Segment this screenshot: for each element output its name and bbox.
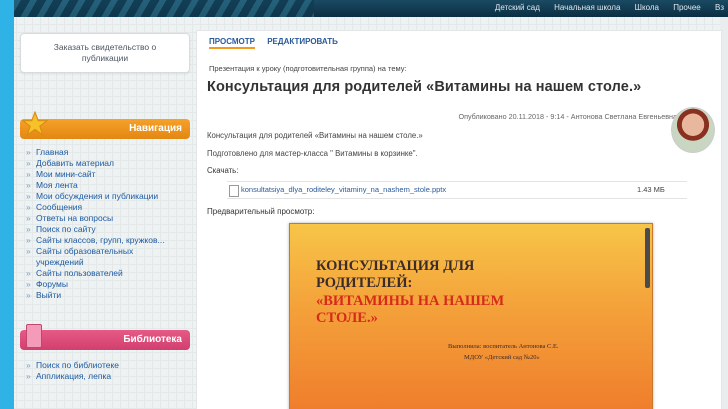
nav-item-logout[interactable]: Выйти <box>26 290 176 301</box>
top-link-primary-school[interactable]: Начальная школа <box>554 3 620 12</box>
slide-school-line: МДОУ «Детский сад №20» <box>464 354 540 361</box>
presentation-preview[interactable]: КОНСУЛЬТАЦИЯ ДЛЯ РОДИТЕЛЕЙ: «ВИТАМИНЫ НА… <box>289 223 653 409</box>
navigation-header: Навигация <box>20 111 190 139</box>
preview-label: Предварительный просмотр: <box>207 207 315 216</box>
publication-info: Опубликовано 20.11.2018 - 9:14 - Антонов… <box>458 112 678 121</box>
tab-edit[interactable]: РЕДАКТИРОВАТЬ <box>267 37 338 46</box>
top-link-kindergarten[interactable]: Детский сад <box>495 3 540 12</box>
top-links: Детский сад Начальная школа Школа Прочее… <box>483 3 724 12</box>
header-decoration <box>14 0 314 17</box>
left-slide-border <box>0 0 14 409</box>
author-avatar[interactable] <box>671 107 715 153</box>
order-certificate-label: Заказать свидетельство о публикации <box>53 42 157 63</box>
nav-item-class-sites[interactable]: Сайты классов, групп, кружков... <box>26 235 176 246</box>
library-item-applique[interactable]: Аппликация, лепка <box>26 371 190 382</box>
file-size: 1.43 МБ <box>637 185 665 194</box>
top-link-other[interactable]: Прочее <box>673 3 701 12</box>
download-label: Скачать: <box>207 166 239 175</box>
nav-item-add-material[interactable]: Добавить материал <box>26 158 176 169</box>
book-icon <box>26 324 42 348</box>
file-icon <box>229 185 239 197</box>
nav-item-site-search[interactable]: Поиск по сайту <box>26 224 176 235</box>
description-line-2: Подготовлено для мастер-класса " Витамин… <box>207 149 418 158</box>
library-header: Библиотека <box>20 324 190 350</box>
description-line-1: Консультация для родителей «Витамины на … <box>207 131 423 140</box>
slide-title-2: «ВИТАМИНЫ НА НАШЕМ СТОЛЕ.» <box>316 293 505 326</box>
library-list: Поиск по библиотеке Аппликация, лепка <box>20 360 190 382</box>
main-content: ПРОСМОТР РЕДАКТИРОВАТЬ Презентация к уро… <box>196 30 722 409</box>
breadcrumb: Презентация к уроку (подготовительная гр… <box>209 64 407 73</box>
nav-item-my-discussions[interactable]: Мои обсуждения и публикации <box>26 191 176 202</box>
slide-title-black: КОНСУЛЬТАЦИЯ ДЛЯ РОДИТЕЛЕЙ: <box>316 258 516 292</box>
nav-item-forums[interactable]: Форумы <box>26 279 176 290</box>
top-navigation-bar: Детский сад Начальная школа Школа Прочее… <box>14 0 728 17</box>
page-title: Консультация для родителей «Витамины на … <box>207 79 642 95</box>
nav-item-answers[interactable]: Ответы на вопросы <box>26 213 176 224</box>
top-link-school[interactable]: Школа <box>635 3 659 12</box>
slide-author-line: Выполнила: воспитатель Антонова С.Е. <box>448 343 559 350</box>
tab-view[interactable]: ПРОСМОТР <box>209 37 255 49</box>
nav-item-my-minisite[interactable]: Мои мини-сайт <box>26 169 176 180</box>
top-link-more[interactable]: Вз <box>715 3 724 12</box>
nav-item-institution-sites[interactable]: Сайты образовательных учреждений <box>26 246 176 268</box>
file-download-row[interactable]: konsultatsiya_dlya_roditeley_vitaminy_na… <box>227 181 687 199</box>
screenshot-frame: Детский сад Начальная школа Школа Прочее… <box>0 0 728 409</box>
nav-item-messages[interactable]: Сообщения <box>26 202 176 213</box>
file-name-link[interactable]: konsultatsiya_dlya_roditeley_vitaminy_na… <box>241 185 446 194</box>
library-title: Библиотека <box>123 334 182 345</box>
star-icon <box>22 111 48 137</box>
nav-item-my-feed[interactable]: Моя лента <box>26 180 176 191</box>
navigation-list: Главная Добавить материал Мои мини-сайт … <box>20 147 190 301</box>
navigation-title: Навигация <box>129 123 182 134</box>
slide-title-red: «ВИТАМИНЫ НА НАШЕМ СТОЛЕ.» <box>316 293 546 327</box>
nav-item-user-sites[interactable]: Сайты пользователей <box>26 268 176 279</box>
library-item-search[interactable]: Поиск по библиотеке <box>26 360 190 371</box>
slide-title-1: КОНСУЛЬТАЦИЯ ДЛЯ РОДИТЕЛЕЙ: <box>316 258 475 291</box>
sidebar: Заказать свидетельство о публикации Нави… <box>20 33 190 382</box>
view-tabs: ПРОСМОТР РЕДАКТИРОВАТЬ <box>209 37 348 49</box>
order-certificate-button[interactable]: Заказать свидетельство о публикации <box>20 33 190 73</box>
nav-item-home[interactable]: Главная <box>26 147 176 158</box>
preview-scrollbar[interactable] <box>645 228 650 288</box>
